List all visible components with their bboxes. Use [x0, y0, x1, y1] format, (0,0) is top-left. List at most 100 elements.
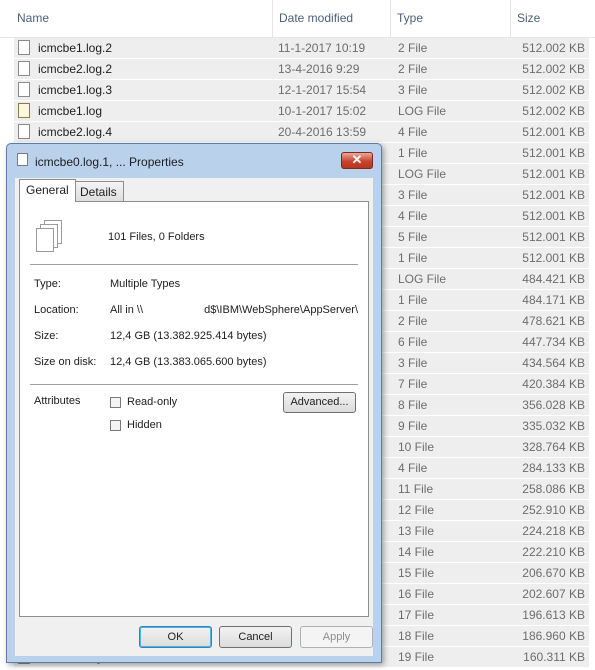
- file-size: 202.607 KB: [522, 587, 585, 601]
- file-type: 8 File: [398, 398, 428, 412]
- column-header-type[interactable]: Type: [391, 0, 511, 37]
- file-type: 19 File: [398, 650, 435, 664]
- file-type: 7 File: [398, 377, 428, 391]
- file-size: 284.133 KB: [522, 461, 585, 475]
- hidden-label[interactable]: Hidden: [127, 419, 162, 431]
- size-value: 12,4 GB (13.382.925.414 bytes): [110, 330, 267, 342]
- file-name: icmcbe1.log: [18, 101, 102, 121]
- file-type: 2 File: [398, 62, 428, 76]
- readonly-checkbox[interactable]: [110, 397, 121, 408]
- file-size: 160.311 KB: [523, 650, 585, 664]
- column-header-date-modified[interactable]: Date modified: [273, 0, 391, 37]
- file-size: 512.001 KB: [522, 167, 585, 181]
- properties-dialog: icmcbe0.log.1, ... Properties ✕ General …: [6, 143, 382, 663]
- file-type: 5 File: [398, 230, 428, 244]
- file-date: 10-1-2017 15:02: [278, 104, 367, 118]
- file-size: 512.001 KB: [522, 251, 585, 265]
- file-size: 512.001 KB: [522, 209, 585, 223]
- file-row[interactable]: icmcbe2.log.4 20-4-2016 13:59 4 File 512.00…: [14, 122, 589, 143]
- file-row[interactable]: icmcbe1.log.3 12-1-2017 15:54 3 File 512.00…: [14, 80, 589, 101]
- ok-button[interactable]: OK: [139, 626, 212, 648]
- file-name-text: icmcbe2.log.4: [38, 125, 113, 139]
- apply-button[interactable]: Apply: [300, 626, 373, 648]
- file-type: 3 File: [398, 356, 428, 370]
- multiple-files-icon: [36, 220, 62, 252]
- location-label: Location:: [34, 304, 79, 316]
- file-icon: [18, 82, 30, 98]
- file-name-text: icmcbe1.log.3: [38, 83, 113, 97]
- file-type: 1 File: [398, 146, 428, 160]
- file-date: 11-1-2017 10:19: [278, 41, 366, 55]
- file-size: 335.032 KB: [522, 419, 585, 433]
- file-type: 4 File: [398, 461, 428, 475]
- log-file-icon: [18, 103, 30, 119]
- close-button[interactable]: ✕: [341, 152, 373, 169]
- dialog-title: icmcbe0.log.1, ... Properties: [35, 155, 184, 169]
- file-name: icmcbe2.log.4: [18, 122, 112, 142]
- close-icon: ✕: [351, 152, 363, 167]
- file-type: 1 File: [398, 251, 428, 265]
- type-value: Multiple Types: [110, 278, 181, 290]
- hidden-checkbox[interactable]: [110, 420, 121, 431]
- attributes-label: Attributes: [34, 395, 81, 407]
- file-type: 3 File: [398, 188, 428, 202]
- file-icon: [18, 61, 30, 77]
- size-label: Size:: [34, 330, 59, 342]
- file-name-text: icmcbe1.log: [38, 104, 103, 118]
- file-name: icmcbe2.log.2: [18, 59, 112, 79]
- file-type: 2 File: [398, 314, 428, 328]
- size-on-disk-value: 12,4 GB (13.383.065.600 bytes): [110, 356, 267, 368]
- dialog-titlebar[interactable]: icmcbe0.log.1, ... Properties ✕: [7, 144, 381, 178]
- file-size: 484.421 KB: [522, 272, 585, 286]
- column-header-name[interactable]: Name: [11, 0, 273, 37]
- file-type: 4 File: [398, 125, 428, 139]
- file-type: 17 File: [398, 608, 435, 622]
- file-type: 14 File: [398, 545, 435, 559]
- tab-details[interactable]: Details: [73, 181, 124, 201]
- dialog-body: General Details 101 Files, 0 Folders Typ…: [15, 178, 373, 656]
- file-size: 206.670 KB: [522, 566, 585, 580]
- file-size: 512.002 KB: [522, 83, 585, 97]
- advanced-button[interactable]: Advanced...: [283, 392, 356, 413]
- file-date: 13-4-2016 9:29: [278, 62, 360, 76]
- cancel-button[interactable]: Cancel: [219, 626, 292, 648]
- file-name: icmcbe1.log.2: [18, 38, 112, 58]
- file-date: 20-4-2016 13:59: [278, 125, 367, 139]
- file-size: 224.218 KB: [522, 524, 585, 538]
- size-on-disk-label: Size on disk:: [34, 356, 97, 368]
- file-size: 512.001 KB: [522, 188, 585, 202]
- file-row[interactable]: icmcbe1.log 10-1-2017 15:02 LOG File 512.00…: [14, 101, 589, 122]
- file-size: 434.564 KB: [522, 356, 585, 370]
- file-type: 15 File: [398, 566, 435, 580]
- file-type: LOG File: [398, 167, 447, 181]
- file-size: 512.002 KB: [522, 41, 585, 55]
- file-name: icmcbe1.log.3: [18, 80, 112, 100]
- column-header-size[interactable]: Size: [511, 0, 595, 37]
- file-size: 484.171 KB: [522, 293, 585, 307]
- file-type: 12 File: [398, 503, 435, 517]
- file-size: 252.910 KB: [522, 503, 585, 517]
- file-size: 512.001 KB: [522, 125, 585, 139]
- tab-general[interactable]: General: [19, 179, 76, 202]
- file-size: 186.960 KB: [522, 629, 585, 643]
- file-type: 9 File: [398, 419, 428, 433]
- file-type: 16 File: [398, 587, 435, 601]
- file-type: 10 File: [398, 440, 435, 454]
- file-size: 478.621 KB: [522, 314, 585, 328]
- file-type: 3 File: [398, 83, 428, 97]
- type-label: Type:: [34, 278, 61, 290]
- file-row[interactable]: icmcbe2.log.2 13-4-2016 9:29 2 File 512.002…: [14, 59, 589, 80]
- file-type: 13 File: [398, 524, 435, 538]
- file-size: 328.764 KB: [522, 440, 585, 454]
- file-size: 447.734 KB: [522, 335, 585, 349]
- column-header-bar: Name Date modified Type Size: [0, 0, 595, 38]
- file-icon: [18, 40, 30, 56]
- general-panel: 101 Files, 0 Folders Type: Multiple Type…: [19, 201, 369, 617]
- file-size: 512.002 KB: [522, 62, 585, 76]
- readonly-label[interactable]: Read-only: [127, 396, 177, 408]
- file-row[interactable]: icmcbe1.log.2 11-1-2017 10:19 2 File 512.00…: [14, 38, 589, 59]
- separator: [30, 264, 358, 265]
- file-type: 4 File: [398, 209, 428, 223]
- file-type: 1 File: [398, 293, 428, 307]
- selection-summary: 101 Files, 0 Folders: [108, 231, 205, 243]
